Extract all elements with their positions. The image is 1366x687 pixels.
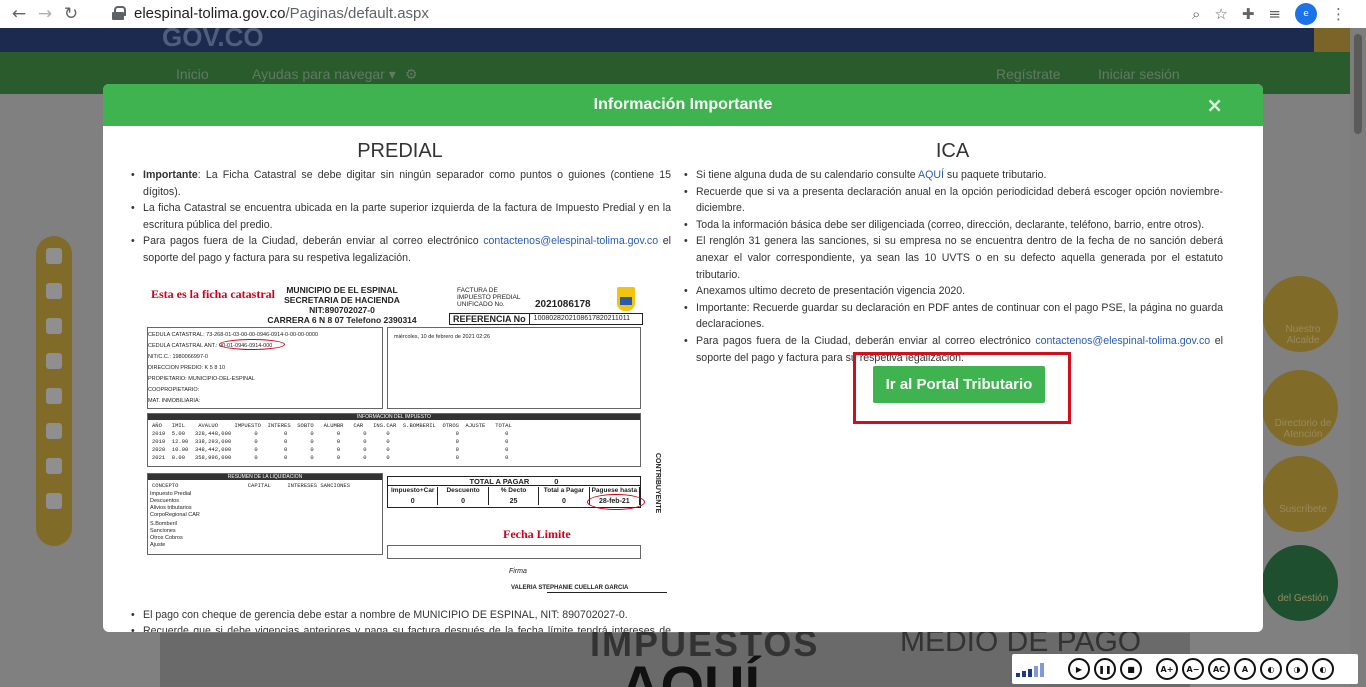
list-item: Recuerde que si debe vigencias anteriore…	[129, 623, 671, 632]
forward-arrow-icon[interactable]: →	[32, 3, 58, 25]
ica-list: Si tiene alguna duda de su calendario co…	[682, 167, 1223, 366]
url-path: /Paginas/default.aspx	[285, 4, 429, 22]
signer-name: VALERIA STEPHANIE CUELLAR GARCIA	[511, 584, 629, 591]
firma-label: Firma	[509, 567, 527, 575]
media-queue-icon[interactable]: ≡	[1268, 5, 1281, 23]
nav-ayudas: Ayudas para navegar ▾	[252, 66, 396, 82]
info-modal: Información Importante × PREDIAL Importa…	[103, 84, 1263, 632]
fecha-limite-annotation: Fecha Limite	[503, 526, 571, 541]
contrast-icon[interactable]: ◐	[1260, 658, 1282, 680]
coat-of-arms-icon	[617, 286, 635, 311]
close-icon[interactable]: ×	[1206, 93, 1223, 117]
side-button-suscribete: Suscríbete	[1262, 456, 1338, 532]
nav-iniciar-sesion: Iniciar sesión	[1098, 66, 1180, 82]
left-social-bar	[36, 236, 72, 546]
facebook-icon	[46, 423, 62, 439]
top-corner-button	[1314, 28, 1350, 52]
bookmark-star-icon[interactable]: ☆	[1214, 5, 1227, 23]
due-date-highlight-circle	[587, 493, 645, 510]
email-link[interactable]: contactenos@elespinal-tolima.gov.co	[483, 235, 658, 247]
nav-inicio: Inicio	[176, 66, 209, 82]
govco-logo: GOV.CO	[162, 28, 264, 52]
help-icon	[46, 353, 62, 369]
gov-top-band: GOV.CO	[0, 28, 1350, 52]
pause-icon[interactable]: ❚❚	[1094, 658, 1116, 680]
browser-toolbar: ← → ↻ elespinal-tolima.gov.co/Paginas/de…	[0, 0, 1366, 28]
twitter-icon	[46, 493, 62, 509]
list-item: La ficha Catastral se encuentra ubicada …	[129, 200, 671, 233]
youtube-icon	[46, 458, 62, 474]
list-item: Si tiene alguna duda de su calendario co…	[682, 167, 1223, 184]
invoice-title: MUNICIPIO DE EL ESPINAL SECRETARIA DE HA…	[267, 284, 417, 325]
side-button-gestion: del Gestión	[1262, 545, 1338, 621]
list-item: Importante: La Ficha Catastral se debe d…	[129, 167, 671, 200]
sitemap-icon	[46, 318, 62, 334]
list-item: Recuerde que si va a presenta declaració…	[682, 184, 1223, 217]
invoice-dates: miércoles, 10 de febrero de 2021 02:26	[387, 326, 641, 409]
list-icon	[46, 283, 62, 299]
list-item: El renglón 31 genera las sanciones, si s…	[682, 233, 1223, 283]
invoice-factura-label: FACTURA DE IMPUESTO PREDIAL UNIFICADO No…	[457, 286, 521, 308]
ica-heading: ICA	[935, 140, 970, 162]
catastral-highlight-circle	[219, 338, 285, 350]
url-domain: elespinal-tolima.gov.co	[134, 4, 286, 22]
invoice-tax-table: INFORMACION DEL IMPUESTO AÑO IMIL AVALUO…	[147, 412, 641, 467]
list-item: Importante: Recuerde guardar su declarac…	[682, 300, 1223, 333]
play-icon[interactable]: ▶	[1068, 658, 1090, 680]
user-icon	[46, 248, 62, 264]
settings-icon	[46, 388, 62, 404]
font-increase-icon[interactable]: A+	[1156, 658, 1178, 680]
stop-icon[interactable]: ■	[1120, 658, 1142, 680]
list-item: Toda la información básica debe ser dili…	[682, 217, 1223, 234]
contrast-invert-icon[interactable]: ◑	[1286, 658, 1308, 680]
invoice-number: 2021086178	[535, 298, 591, 310]
aqui-link[interactable]: AQUÍ	[918, 169, 944, 181]
reload-icon[interactable]: ↻	[58, 3, 84, 25]
predial-list-bottom: El pago con cheque de gerencia debe esta…	[129, 607, 671, 632]
invoice-summary: RESUMEN DE LA LIQUIDACION CONCEPTO CAPIT…	[147, 472, 383, 555]
modal-title: Información Importante	[593, 96, 773, 113]
accessibility-toolbar: ▶ ❚❚ ■ A+ A− AC A ◐ ◑ ◐	[1012, 654, 1358, 684]
side-button-directorio: Directorio de Atención	[1262, 370, 1338, 446]
font-default-icon[interactable]: A	[1234, 658, 1256, 680]
font-reset-icon[interactable]: AC	[1208, 658, 1230, 680]
page-scrollbar[interactable]	[1350, 28, 1366, 687]
profile-avatar[interactable]: e	[1295, 3, 1317, 25]
predial-section: PREDIAL Importante: La Ficha Catastral s…	[129, 140, 671, 632]
lock-icon	[112, 6, 126, 20]
email-link[interactable]: contactenos@elespinal-tolima.gov.co	[1035, 335, 1210, 347]
predial-heading: PREDIAL	[357, 140, 443, 162]
invoice-reference: REFERENCIA No 1008028202108617820211011	[449, 312, 643, 325]
grayscale-icon[interactable]: ◐	[1312, 658, 1334, 680]
contribuyente-label: CONTRIBUYENTE	[654, 452, 661, 513]
ica-section: ICA Si tiene alguna duda de su calendari…	[682, 140, 1223, 366]
address-bar[interactable]: elespinal-tolima.gov.co/Paginas/default.…	[112, 2, 1232, 24]
zoom-icon[interactable]: ⌕	[1192, 5, 1200, 23]
portal-tributario-button[interactable]: Ir al Portal Tributario	[873, 366, 1045, 403]
side-button-alcalde: Nuestro Alcalde	[1262, 276, 1338, 352]
list-item: El pago con cheque de gerencia debe esta…	[129, 607, 671, 624]
invoice-barcode-area	[387, 544, 641, 559]
back-arrow-icon[interactable]: ←	[6, 3, 32, 25]
gear-icon: ⚙	[405, 66, 418, 82]
extensions-icon[interactable]: ✚	[1242, 5, 1255, 23]
font-decrease-icon[interactable]: A−	[1182, 658, 1204, 680]
invoice-annotation: Esta es la ficha catastral	[151, 286, 275, 301]
modal-header: Información Importante ×	[103, 84, 1263, 126]
portal-highlight-box: Ir al Portal Tributario	[853, 352, 1071, 424]
volume-bars-icon[interactable]	[1016, 661, 1058, 677]
list-item: Anexamos ultimo decreto de presentación …	[682, 283, 1223, 300]
menu-dots-icon[interactable]: ⋮	[1331, 5, 1346, 23]
list-item: Para pagos fuera de la Ciudad, deberán e…	[129, 233, 671, 266]
sample-invoice-image: Esta es la ficha catastral MUNICIPIO DE …	[147, 282, 667, 597]
nav-registrate: Regístrate	[996, 66, 1061, 82]
predial-list: Importante: La Ficha Catastral se debe d…	[129, 167, 671, 267]
